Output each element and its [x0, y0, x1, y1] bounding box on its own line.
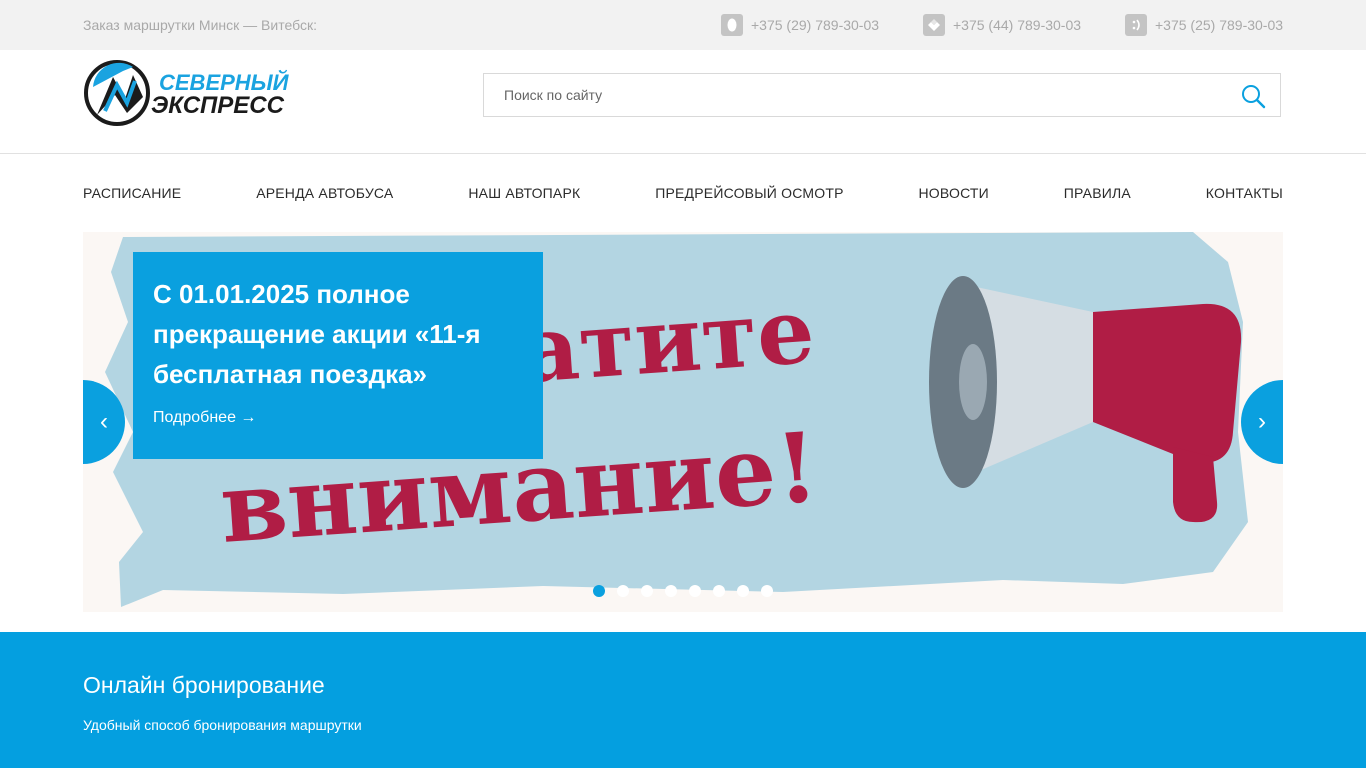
slider-dot[interactable]: [665, 585, 677, 597]
site-logo[interactable]: СЕВЕРНЫЙ ЭКСПРЕСС: [83, 57, 308, 129]
booking-title: Онлайн бронирование: [83, 672, 325, 698]
phone-number[interactable]: +375 (44) 789-30-03: [953, 17, 1081, 33]
nav-fleet[interactable]: НАШ АВТОПАРК: [468, 185, 580, 201]
phone-life[interactable]: +375 (44) 789-30-03: [923, 14, 1081, 36]
hero-slider: атите внимание! С 01.01.2025 полное прек…: [83, 232, 1283, 612]
slide-more-link[interactable]: Подробнее →: [153, 409, 256, 427]
slide-title: С 01.01.2025 полное прекращение акции «1…: [153, 279, 481, 389]
slide-caption: С 01.01.2025 полное прекращение акции «1…: [133, 252, 543, 459]
slider-dot[interactable]: [617, 585, 629, 597]
phone-number[interactable]: +375 (29) 789-30-03: [751, 17, 879, 33]
slider-dot[interactable]: [641, 585, 653, 597]
booking-subtitle: Удобный способ бронирования маршрутки: [83, 717, 362, 733]
chevron-right-icon: ›: [1258, 408, 1266, 435]
slide-image-text-1: атите: [517, 278, 818, 404]
nav-news[interactable]: НОВОСТИ: [919, 185, 989, 201]
logo-line-2: ЭКСПРЕСС: [151, 92, 285, 119]
slider-dot[interactable]: [593, 585, 605, 597]
search-input[interactable]: [484, 74, 1224, 116]
slider-dot[interactable]: [689, 585, 701, 597]
top-bar: Заказ маршрутки Минск — Витебск: +375 (2…: [0, 0, 1366, 50]
search-icon[interactable]: [1240, 83, 1266, 109]
nav-bus-rental[interactable]: АРЕНДА АВТОБУСА: [256, 185, 393, 201]
slider-dot[interactable]: [761, 585, 773, 597]
chevron-left-icon: ‹: [100, 408, 108, 435]
phone-number[interactable]: +375 (25) 789-30-03: [1155, 17, 1283, 33]
slider-dot[interactable]: [737, 585, 749, 597]
mts-icon: [1125, 14, 1147, 36]
nav-pre-trip-inspection[interactable]: ПРЕДРЕЙСОВЫЙ ОСМОТР: [655, 185, 843, 201]
slider-dots: [593, 585, 773, 597]
nav-rules[interactable]: ПРАВИЛА: [1064, 185, 1131, 201]
main-nav: РАСПИСАНИЕ АРЕНДА АВТОБУСА НАШ АВТОПАРК …: [83, 154, 1283, 232]
site-header: СЕВЕРНЫЙ ЭКСПРЕСС: [0, 50, 1366, 154]
route-tagline: Заказ маршрутки Минск — Витебск:: [83, 17, 317, 33]
phone-a1[interactable]: +375 (29) 789-30-03: [721, 14, 879, 36]
a1-icon: [721, 14, 743, 36]
search-box: [483, 73, 1281, 117]
slider-dot[interactable]: [713, 585, 725, 597]
phone-mts[interactable]: +375 (25) 789-30-03: [1125, 14, 1283, 36]
life-icon: [923, 14, 945, 36]
nav-schedule[interactable]: РАСПИСАНИЕ: [83, 185, 181, 201]
nav-contacts[interactable]: КОНТАКТЫ: [1206, 185, 1283, 201]
online-booking-section: Онлайн бронирование Удобный способ брони…: [0, 632, 1366, 768]
